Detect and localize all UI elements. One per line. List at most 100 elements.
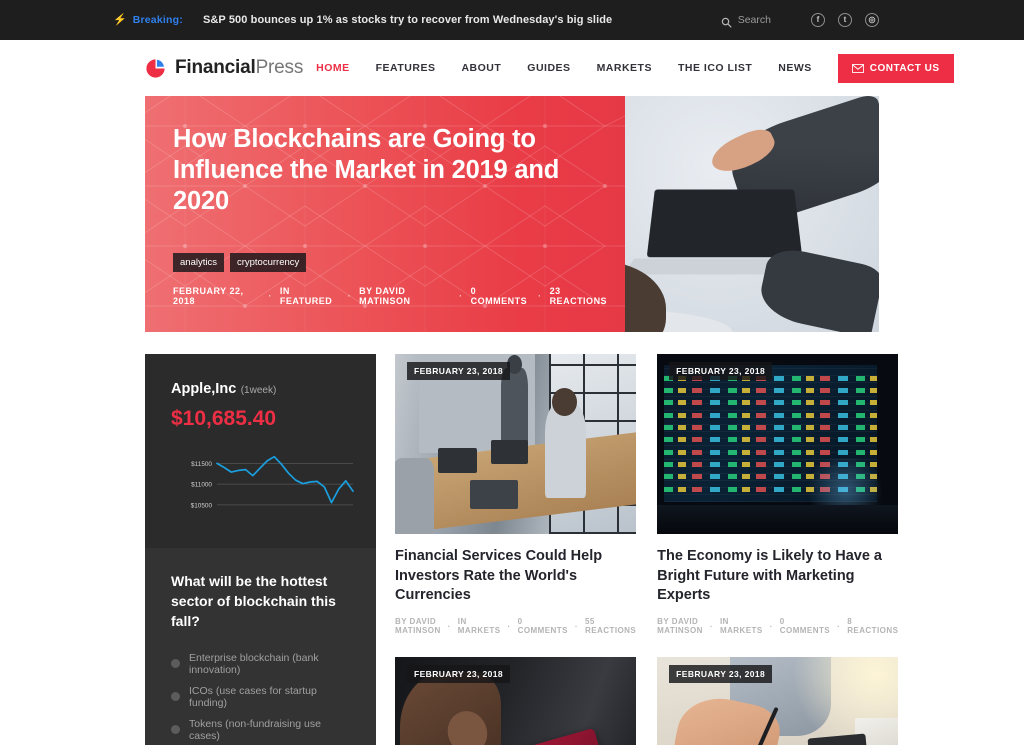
- poll-option-label: Enterprise blockchain (bank innovation): [189, 651, 319, 676]
- poll-option-2[interactable]: Tokens (non-fundraising use cases): [171, 718, 350, 742]
- poll-option-0[interactable]: Enterprise blockchain (bank innovation): [171, 652, 350, 676]
- meta-separator: ·: [459, 291, 463, 301]
- radio-icon[interactable]: [171, 692, 180, 702]
- radio-icon[interactable]: [171, 659, 180, 669]
- meta-separator: ·: [769, 621, 773, 631]
- contact-us-button[interactable]: CONTACT US: [837, 53, 954, 83]
- poll-option-1[interactable]: ICOs (use cases for startup funding): [171, 685, 350, 709]
- svg-text:$11500: $11500: [191, 461, 212, 468]
- stock-period: (1week): [240, 385, 277, 396]
- article-card[interactable]: FEBRUARY 23, 2018 Financial Services Cou…: [395, 354, 637, 635]
- hero-meta: FEBRUARY 22, 2018 · IN FEATURED · BY DAV…: [173, 286, 615, 306]
- main-content: Apple,Inc (1week) $10,685.40 $11500 $1100…: [145, 354, 899, 745]
- top-bar: ⚡ Breaking: S&P 500 bounces up 1% as sto…: [0, 0, 1024, 40]
- svg-text:$11000: $11000: [191, 482, 212, 489]
- hero-tag-cryptocurrency[interactable]: cryptocurrency: [229, 253, 307, 272]
- meta-separator: ·: [574, 621, 579, 631]
- article-author[interactable]: BY DAVID MATINSON: [657, 617, 703, 635]
- article-comments[interactable]: 0 COMMENTS: [780, 617, 830, 635]
- brand-logo[interactable]: FinancialPress: [145, 57, 303, 79]
- nav-item-news[interactable]: NEWS: [765, 62, 825, 74]
- search-input[interactable]: Search: [738, 14, 771, 26]
- breaking-headline[interactable]: S&P 500 bounces up 1% as stocks try to r…: [203, 14, 612, 26]
- article-card[interactable]: FEBRUARY 23, 2018 The Economy is Likely …: [657, 354, 899, 635]
- facebook-icon[interactable]: f: [811, 13, 825, 27]
- nav-item-markets[interactable]: MARKETS: [584, 62, 665, 74]
- poll-option-label: ICOs (use cases for startup funding): [189, 684, 317, 709]
- meta-separator: ·: [507, 621, 511, 631]
- bolt-icon: ⚡: [113, 13, 127, 26]
- nav-item-the-ico-list[interactable]: THE ICO LIST: [665, 62, 765, 74]
- hero-featured-article[interactable]: How Blockchains are Going to Influence t…: [145, 96, 879, 332]
- hero-tag-analytics[interactable]: analytics: [173, 253, 224, 272]
- mail-icon: [851, 63, 864, 73]
- hero-meta-reactions: 23 REACTIONS: [549, 286, 608, 306]
- hero-title[interactable]: How Blockchains are Going to Influence t…: [173, 124, 573, 217]
- breaking-label: Breaking:: [132, 14, 183, 26]
- social-links: f t ◎: [811, 13, 879, 27]
- nav-item-home[interactable]: HOME: [303, 62, 363, 74]
- article-thumbnail[interactable]: FEBRUARY 23, 2018: [657, 354, 899, 534]
- brand-name-bold: Financial: [175, 57, 256, 78]
- hero-meta-author[interactable]: BY DAVID MATINSON: [359, 286, 451, 306]
- contact-us-label: CONTACT US: [869, 62, 940, 74]
- article-comments[interactable]: 0 COMMENTS: [518, 617, 568, 635]
- nav-item-about[interactable]: ABOUT: [448, 62, 514, 74]
- nav-item-features[interactable]: FEATURES: [363, 62, 449, 74]
- article-category[interactable]: IN MARKETS: [720, 617, 763, 635]
- nav-item-guides[interactable]: GUIDES: [514, 62, 583, 74]
- article-card[interactable]: FEBRUARY 23, 2018: [657, 657, 899, 745]
- hero-tags: analytics cryptocurrency: [173, 253, 615, 272]
- article-title[interactable]: The Economy is Likely to Have a Bright F…: [657, 547, 898, 606]
- radio-icon[interactable]: [171, 725, 180, 735]
- top-bar-right: Search f t ◎: [721, 13, 879, 28]
- hero-meta-comments[interactable]: 0 COMMENTS: [471, 286, 530, 306]
- article-title[interactable]: Financial Services Could Help Investors …: [395, 547, 636, 606]
- poll-options: Enterprise blockchain (bank innovation) …: [171, 652, 350, 745]
- article-grid: FEBRUARY 23, 2018 Financial Services Cou…: [395, 354, 899, 745]
- pie-chart-logo-icon: [145, 58, 166, 79]
- article-reactions: 55 REACTIONS: [585, 617, 637, 636]
- poll-option-label: Tokens (non-fundraising use cases): [189, 717, 321, 742]
- meta-separator: ·: [709, 621, 713, 631]
- brand-name-light: Press: [255, 57, 304, 78]
- main-navigation: HOME FEATURES ABOUT GUIDES MARKETS THE I…: [303, 53, 954, 83]
- article-thumbnail[interactable]: FEBRUARY 23, 2018: [395, 354, 637, 534]
- article-category[interactable]: IN MARKETS: [458, 617, 501, 635]
- article-date-badge: FEBRUARY 23, 2018: [407, 362, 511, 380]
- article-author[interactable]: BY DAVID MATINSON: [395, 617, 441, 635]
- article-date-badge: FEBRUARY 23, 2018: [669, 665, 773, 684]
- meta-separator: ·: [538, 291, 542, 301]
- article-meta: BY DAVID MATINSON · IN MARKETS · 0 COMME…: [395, 617, 636, 635]
- search-box[interactable]: Search: [721, 14, 771, 28]
- svg-text:$10500: $10500: [191, 502, 213, 509]
- site-header: FinancialPress HOME FEATURES ABOUT GUIDE…: [0, 40, 1024, 96]
- article-reactions: 8 REACTIONS: [847, 617, 899, 636]
- article-thumbnail[interactable]: FEBRUARY 23, 2018: [657, 657, 899, 745]
- article-photo-trading: [657, 354, 899, 534]
- sidebar: Apple,Inc (1week) $10,685.40 $11500 $1100…: [145, 354, 376, 745]
- meta-separator: ·: [837, 621, 841, 631]
- meta-separator: ·: [268, 291, 272, 301]
- breaking-news: ⚡ Breaking: S&P 500 bounces up 1% as sto…: [113, 14, 612, 26]
- stock-name: Apple,Inc: [171, 381, 237, 397]
- stock-line-chart: $11500 $11000 $10500: [171, 447, 354, 528]
- article-date-badge: FEBRUARY 23, 2018: [669, 362, 773, 380]
- instagram-icon[interactable]: ◎: [865, 13, 879, 27]
- article-photo-meeting: [395, 354, 637, 534]
- article-card[interactable]: FEBRUARY 23, 2018: [395, 657, 637, 745]
- hero-meta-category[interactable]: IN FEATURED: [280, 286, 340, 306]
- stock-header: Apple,Inc (1week): [171, 380, 352, 398]
- article-thumbnail[interactable]: FEBRUARY 23, 2018: [395, 657, 637, 745]
- poll-question: What will be the hottest sector of block…: [171, 573, 336, 629]
- article-date-badge: FEBRUARY 23, 2018: [407, 665, 511, 684]
- article-meta: BY DAVID MATINSON · IN MARKETS · 0 COMME…: [657, 617, 898, 635]
- twitter-icon[interactable]: t: [838, 13, 852, 27]
- stock-widget: Apple,Inc (1week) $10,685.40 $11500 $1100…: [145, 354, 376, 548]
- meta-separator: ·: [347, 291, 352, 301]
- stock-price: $10,685.40: [171, 407, 277, 430]
- poll-widget: What will be the hottest sector of block…: [145, 548, 376, 745]
- hero-content: How Blockchains are Going to Influence t…: [145, 96, 615, 332]
- search-icon: [721, 15, 732, 28]
- hero-meta-date: FEBRUARY 22, 2018: [173, 286, 244, 306]
